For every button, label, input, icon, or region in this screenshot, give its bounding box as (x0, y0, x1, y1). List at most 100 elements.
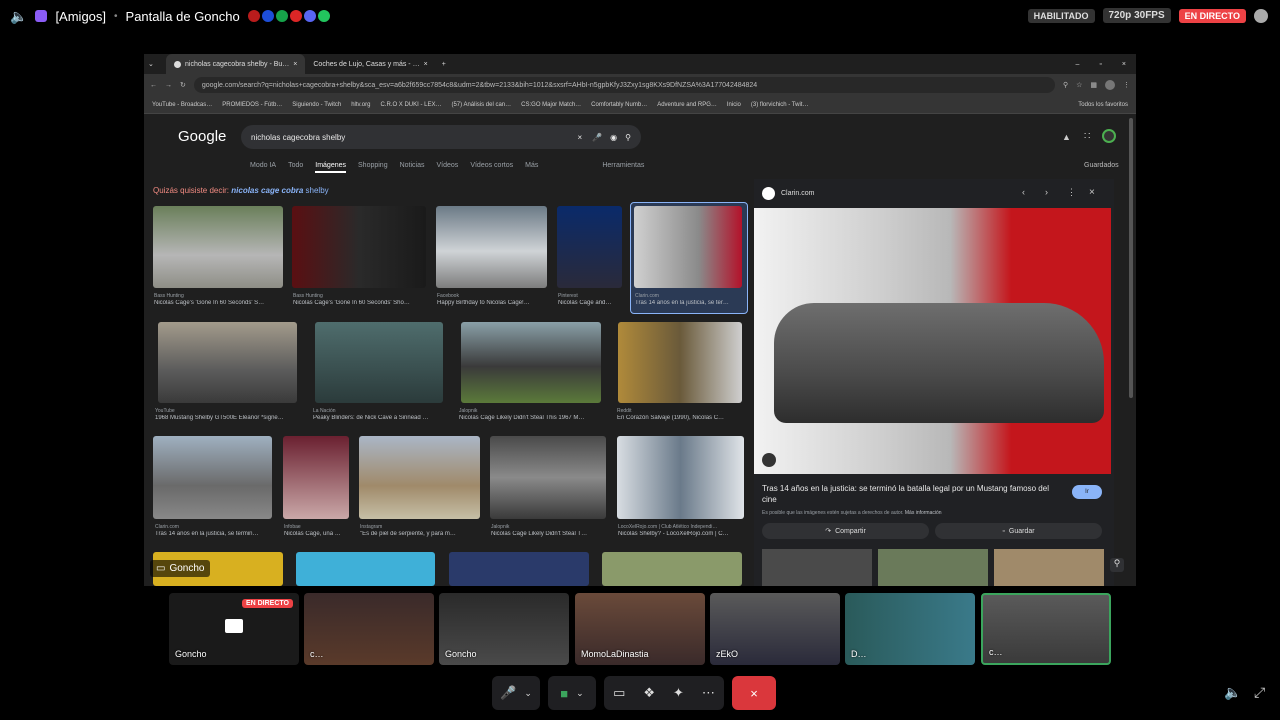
zoom-lens-icon[interactable]: ⚲ (1110, 558, 1124, 572)
saved-link[interactable]: Guardados (1084, 162, 1119, 169)
profile-icon[interactable] (1105, 80, 1115, 90)
camera-button[interactable]: ■ ⌄ (548, 676, 596, 710)
scrollbar[interactable] (1129, 118, 1133, 398)
chevron-down-icon[interactable]: ⌄ (576, 688, 584, 699)
maximize-icon[interactable]: ▫ (1089, 61, 1111, 68)
result-caption[interactable]: Nicolás Shelby? - LocoXelRojo.com | C… (618, 531, 744, 537)
participant-tile[interactable]: D… (845, 593, 975, 665)
bookmark-item[interactable]: Siguiendo - Twitch (292, 102, 341, 108)
related-image[interactable] (762, 549, 872, 586)
bookmark-item[interactable]: Comfortably Numb… (591, 102, 647, 108)
share-screen-icon[interactable]: ▭ (613, 685, 625, 701)
more-icon[interactable]: ⋮ (1067, 187, 1076, 198)
disconnect-button[interactable]: × (732, 676, 776, 710)
close-icon[interactable]: × (1089, 187, 1095, 198)
result-image[interactable] (158, 322, 297, 403)
tools-button[interactable]: Herramientas (602, 162, 644, 173)
participant-tile-speaking[interactable]: c… (981, 593, 1111, 665)
result-caption[interactable]: Tras 14 años en la justicia, se termin… (155, 531, 272, 537)
suggest-link[interactable]: nicolas cage cobra shelby (231, 186, 328, 195)
tab-noticias[interactable]: Noticias (400, 162, 425, 173)
screen-share-button[interactable]: ▭ ❖ ✦ ⋯ (604, 676, 724, 710)
save-button[interactable]: ▫ Guardar (935, 523, 1102, 539)
result-image[interactable] (557, 206, 622, 288)
account-avatar[interactable] (1102, 129, 1116, 143)
bookmark-item[interactable]: (3) florvichich - Twit… (751, 102, 809, 108)
related-image[interactable] (878, 549, 988, 586)
result-caption[interactable]: Peaky Blinders: de Nick Cave a Sinnead … (313, 415, 443, 421)
labs-icon[interactable]: ▲ (1062, 132, 1071, 142)
result-caption[interactable]: Nicolas Cage's 'Gone In 60 Seconds' Sho… (293, 300, 425, 306)
participant-tile[interactable]: MomoLaDinastia (575, 593, 705, 665)
forward-icon[interactable]: → (165, 82, 172, 89)
prev-icon[interactable]: ‹ (1022, 187, 1025, 197)
lens-icon[interactable]: ◉ (610, 133, 617, 142)
panel-source[interactable]: Clarin.com (781, 190, 814, 197)
result-caption[interactable]: Nicolas Cage and… (558, 300, 621, 306)
bookmark-item[interactable]: Adventure and RPG… (657, 102, 717, 108)
result-image[interactable] (602, 552, 742, 586)
result-image[interactable] (618, 322, 742, 403)
result-caption[interactable]: En Corazón Salvaje (1990), Nicolas C… (617, 415, 742, 421)
apps-icon[interactable]: ∷ (1084, 131, 1090, 142)
mic-icon[interactable]: 🎤 (592, 133, 602, 142)
result-caption[interactable]: "Es de piel de serpiente, y para m… (360, 531, 480, 537)
result-caption[interactable]: Nicolas Cage Likely Didn't Steal This 19… (459, 415, 601, 421)
visit-button[interactable]: Ir (1072, 485, 1102, 499)
preview-image[interactable] (754, 208, 1111, 474)
close-icon[interactable]: × (293, 61, 297, 68)
tab-imagenes[interactable]: Imágenes (315, 162, 347, 173)
lens-icon[interactable] (762, 453, 776, 467)
tab-videos[interactable]: Vídeos (437, 162, 459, 173)
result-caption[interactable]: Nicolas Cage Likely Didn't Steal T… (491, 531, 606, 537)
result-image[interactable] (617, 436, 744, 519)
bookmark-item[interactable]: C.R.O X DUKI - LEX… (380, 102, 441, 108)
bookmark-item[interactable]: PROMIEDOS - Fútb… (222, 102, 282, 108)
tab-coches[interactable]: Coches de Lujo, Casas y más - … × (305, 54, 435, 74)
result-image[interactable] (283, 436, 349, 519)
back-icon[interactable]: ← (150, 82, 157, 89)
bookmark-item[interactable]: CS:GO Major Match… (521, 102, 581, 108)
related-image[interactable] (994, 549, 1104, 586)
result-caption[interactable]: Happy Birthday to Nicolas Cage!… (437, 300, 546, 306)
result-image[interactable] (153, 206, 283, 288)
next-icon[interactable]: › (1045, 187, 1048, 197)
bookmark-item[interactable]: Inicio (727, 102, 741, 108)
preview-title[interactable]: Tras 14 años en la justicia: se terminó … (762, 483, 1062, 505)
more-icon[interactable]: ⋯ (702, 685, 715, 701)
result-image[interactable] (292, 206, 426, 288)
result-image[interactable] (634, 206, 742, 288)
tab-videos-cortos[interactable]: Vídeos cortos (470, 162, 513, 173)
tab-shopping[interactable]: Shopping (358, 162, 388, 173)
share-button[interactable]: ↷ Compartir (762, 523, 929, 539)
fullscreen-icon[interactable]: ⤢ (1254, 684, 1265, 701)
tab-todo[interactable]: Todo (288, 162, 303, 173)
soundboard-icon[interactable]: ✦ (673, 685, 684, 701)
result-caption[interactable]: Nicolas Cage, una … (284, 531, 350, 537)
participant-tile[interactable]: EN DIRECTO Goncho (169, 593, 299, 665)
extensions-icon[interactable]: ▦ (1090, 81, 1097, 89)
result-image[interactable] (461, 322, 601, 403)
chat-icon[interactable] (1254, 8, 1268, 23)
speaker-icon[interactable]: 🔈 (10, 8, 27, 25)
result-image[interactable] (436, 206, 547, 288)
tab-mas[interactable]: Más (525, 162, 538, 173)
star-icon[interactable]: ☆ (1076, 81, 1082, 89)
tab-search-icon[interactable]: ⌄ (144, 60, 166, 68)
result-image[interactable] (153, 436, 272, 519)
result-caption[interactable]: Nicolas Cage's 'Gone In 60 Seconds' S… (154, 300, 282, 306)
volume-icon[interactable]: 🔈 (1224, 684, 1241, 701)
result-image[interactable] (296, 552, 435, 586)
chevron-down-icon[interactable]: ⌄ (524, 688, 532, 699)
mic-button[interactable]: 🎤 ⌄ (492, 676, 540, 710)
close-window-icon[interactable]: × (1112, 61, 1136, 68)
search-box[interactable]: nicholas cagecobra shelby × 🎤 ◉ ⚲ (241, 125, 641, 149)
result-image[interactable] (490, 436, 606, 519)
new-tab-button[interactable]: + (436, 61, 452, 68)
participant-tile[interactable]: Goncho (439, 593, 569, 665)
result-caption[interactable]: Tras 14 años en la justicia, se ter… (635, 300, 741, 306)
result-image[interactable] (359, 436, 480, 519)
clear-icon[interactable]: × (578, 133, 583, 142)
result-image[interactable] (449, 552, 589, 586)
result-caption[interactable]: 1968 Mustang Shelby GT500E Eleanor *sign… (155, 415, 297, 421)
